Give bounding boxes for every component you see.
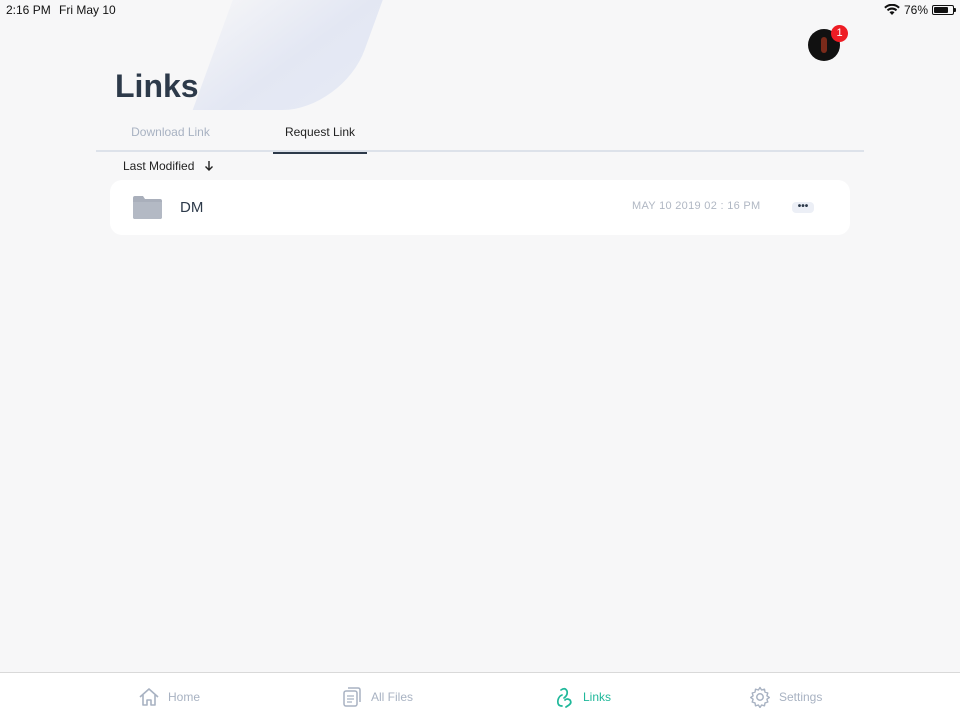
tabbar-all-files-label: All Files: [371, 690, 414, 704]
folder-icon: [133, 196, 162, 219]
list-item[interactable]: DM MAY 10 2019 02 : 16 PM •••: [110, 180, 850, 235]
tabbar-home[interactable]: Home: [138, 673, 200, 720]
files-icon: [343, 687, 361, 707]
tabbar-links[interactable]: Links: [553, 673, 611, 720]
tabbar-settings[interactable]: Settings: [749, 673, 822, 720]
arrow-down-icon: [205, 161, 214, 171]
gear-icon: [750, 686, 770, 708]
tab-request-link[interactable]: Request Link: [273, 118, 367, 154]
status-time: 2:16 PM: [6, 3, 51, 17]
tabbar-links-label: Links: [583, 690, 612, 704]
folder-name: DM: [180, 199, 204, 216]
avatar-figure: [821, 37, 827, 53]
sort-control[interactable]: Last Modified: [123, 159, 214, 173]
tabbar-settings-label: Settings: [779, 690, 823, 704]
tab-download-link[interactable]: Download Link: [118, 118, 223, 152]
page-title: Links: [115, 68, 199, 104]
link-icon: [556, 687, 572, 708]
wifi-icon: [884, 4, 900, 15]
sort-label: Last Modified: [123, 159, 195, 173]
battery-icon: [932, 5, 956, 15]
status-date: Fri May 10: [59, 3, 116, 17]
tabbar-all-files[interactable]: All Files: [341, 673, 413, 720]
battery-fill: [934, 7, 948, 13]
home-icon: [139, 688, 159, 706]
bottom-tab-bar: Home All Files Links Settings: [0, 672, 960, 720]
tab-bar: Download Link Request Link: [96, 118, 864, 154]
folder-date: MAY 10 2019 02 : 16 PM: [632, 200, 761, 212]
more-options-button[interactable]: •••: [792, 202, 814, 213]
tabbar-home-label: Home: [168, 690, 201, 704]
status-bar: 2:16 PM Fri May 10 76%: [0, 0, 960, 18]
status-right: 76%: [884, 3, 956, 17]
notification-badge: 1: [831, 25, 848, 42]
battery-percent: 76%: [903, 3, 928, 17]
